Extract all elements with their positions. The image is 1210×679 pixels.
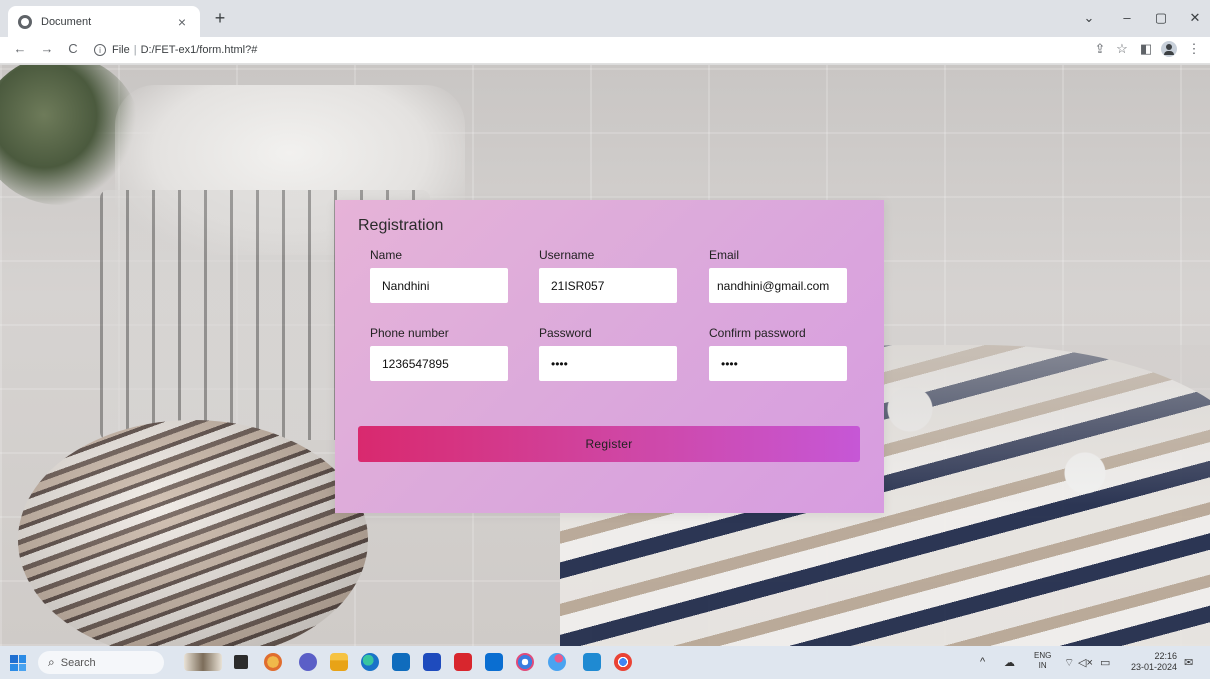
register-button[interactable]: Register <box>358 426 860 462</box>
browser-menu-icon[interactable]: ⋮ <box>1186 41 1202 57</box>
email-field: Email <box>709 248 849 303</box>
language-region: IN <box>1038 661 1047 670</box>
minimize-button[interactable]: – <box>1118 10 1136 25</box>
vscode-icon[interactable] <box>583 653 601 671</box>
photos-icon[interactable] <box>516 653 534 671</box>
globe-icon <box>18 14 32 29</box>
confirm-password-input[interactable] <box>709 346 847 381</box>
file-chip: File <box>112 44 130 56</box>
profile-avatar-icon[interactable] <box>1161 41 1177 57</box>
close-window-button[interactable]: ✕ <box>1186 10 1204 26</box>
file-explorer-icon[interactable] <box>330 653 348 671</box>
reload-button[interactable]: C <box>65 41 81 56</box>
paint-icon[interactable] <box>548 653 566 671</box>
edge-icon[interactable] <box>361 653 379 671</box>
copilot-icon[interactable] <box>264 653 282 671</box>
username-field: Username <box>539 248 679 303</box>
confirm-password-label: Confirm password <box>709 326 806 340</box>
registration-card: Registration Name Username Email Phone n… <box>335 200 884 513</box>
new-tab-button[interactable]: + <box>208 8 232 29</box>
password-label: Password <box>539 326 592 340</box>
mcafee-icon[interactable] <box>454 653 472 671</box>
share-icon[interactable]: ⇪ <box>1092 41 1108 57</box>
confirm-password-field: Confirm password <box>709 326 849 381</box>
password-input[interactable] <box>539 346 677 381</box>
form-title: Registration <box>358 217 444 234</box>
bookmark-star-icon[interactable]: ☆ <box>1114 41 1130 57</box>
background-yarn-shading <box>18 420 368 646</box>
clock[interactable]: 22:16 23-01-2024 <box>1127 651 1177 673</box>
task-view-icon[interactable] <box>234 655 248 669</box>
name-input[interactable] <box>370 268 508 303</box>
browser-tab[interactable]: Document × <box>8 6 200 37</box>
restore-button[interactable]: ▢ <box>1152 10 1170 26</box>
omnibox-separator: | <box>133 44 137 56</box>
outlook-icon[interactable] <box>485 653 503 671</box>
forward-button[interactable]: → <box>39 41 55 56</box>
app-l-icon[interactable] <box>423 653 441 671</box>
taskbar-search[interactable]: ⌕ Search <box>38 651 164 674</box>
tab-title: Document <box>41 15 92 28</box>
language-indicator[interactable]: ENG IN <box>1034 651 1051 671</box>
show-hidden-icons-button[interactable]: ^ <box>980 656 985 668</box>
clock-time: 22:16 <box>1154 651 1177 661</box>
browser-toolbar: ← → C i File | D:/FET-ex1/form.html?# ⇪ … <box>0 37 1210 64</box>
windows-taskbar: ⌕ Search ^ ☁ ENG IN ⌔ ◁× ▭ 22:16 23-01-2… <box>0 646 1210 679</box>
address-bar[interactable]: i File | D:/FET-ex1/form.html?# <box>94 41 257 59</box>
close-tab-icon[interactable]: × <box>174 14 190 30</box>
back-button[interactable]: ← <box>12 41 28 56</box>
phone-field: Phone number <box>370 326 510 381</box>
phone-input[interactable] <box>370 346 508 381</box>
browser-tabstrip: Document × + ⌄ – ▢ ✕ <box>0 0 1210 37</box>
start-menu-icon[interactable] <box>10 655 26 671</box>
name-field: Name <box>370 248 510 303</box>
clock-date: 23-01-2024 <box>1130 662 1177 672</box>
widgets-icon[interactable] <box>184 653 222 671</box>
phone-label: Phone number <box>370 326 449 340</box>
meet-icon[interactable] <box>299 653 317 671</box>
search-icon: ⌕ <box>48 655 55 669</box>
language-code: ENG <box>1034 651 1052 660</box>
wifi-icon[interactable]: ⌔ <box>1064 656 1074 670</box>
battery-icon[interactable]: ▭ <box>1100 656 1110 669</box>
onedrive-icon[interactable]: ☁ <box>1004 656 1015 669</box>
chrome-icon[interactable] <box>614 653 632 671</box>
page-viewport: Registration Name Username Email Phone n… <box>0 65 1210 646</box>
email-label: Email <box>709 248 740 262</box>
volume-muted-icon[interactable]: ◁× <box>1078 656 1093 669</box>
store-icon[interactable] <box>392 653 410 671</box>
notification-icon[interactable]: ✉ <box>1184 656 1193 669</box>
url-text[interactable]: D:/FET-ex1/form.html?# <box>141 44 258 56</box>
info-icon[interactable]: i <box>94 44 106 56</box>
taskbar-search-label: Search <box>60 656 96 669</box>
name-label: Name <box>370 248 403 262</box>
tab-search-icon[interactable]: ⌄ <box>1080 10 1098 26</box>
side-panel-icon[interactable]: ◧ <box>1138 41 1154 57</box>
email-input[interactable] <box>709 268 847 303</box>
username-label: Username <box>539 248 595 262</box>
username-input[interactable] <box>539 268 677 303</box>
password-field: Password <box>539 326 679 381</box>
